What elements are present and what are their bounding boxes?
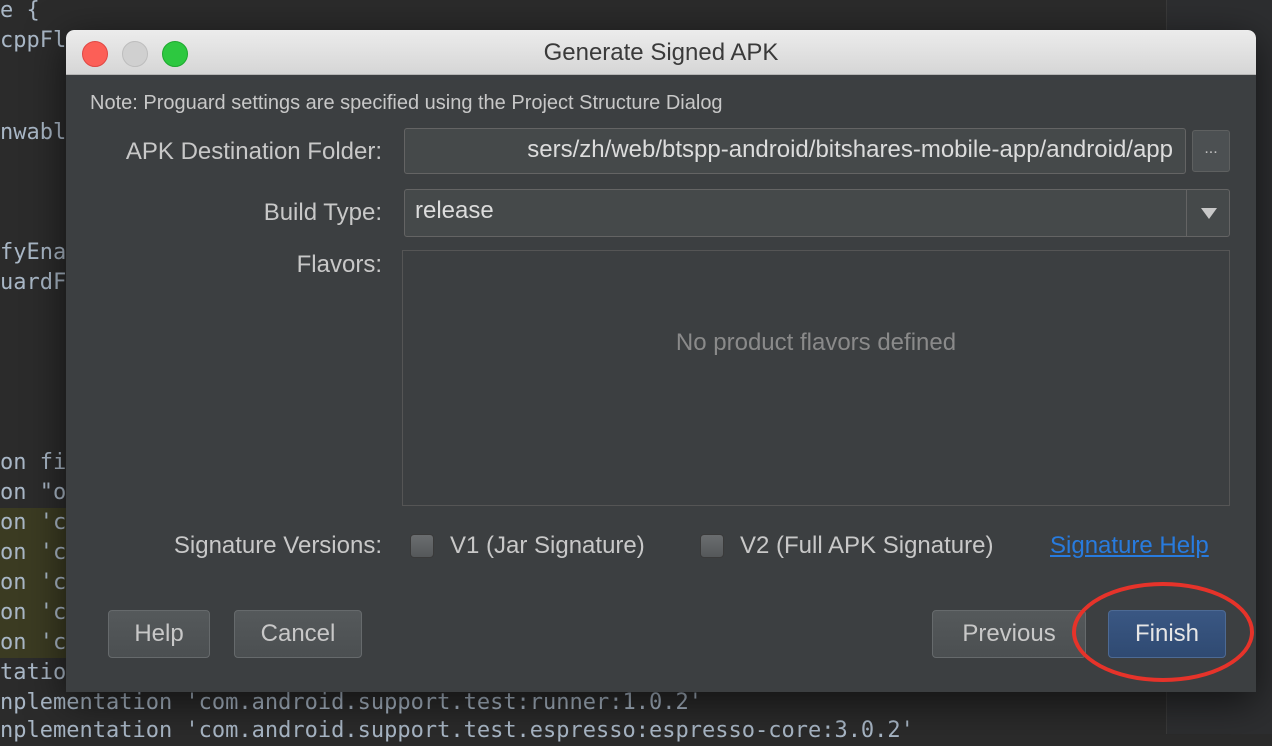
- flavors-label: Flavors:: [296, 251, 382, 278]
- build-type-value: release: [415, 197, 494, 224]
- code-line: nplementation 'com.android.support.test.…: [0, 718, 914, 743]
- dialog-titlebar: Generate Signed APK: [66, 30, 1256, 75]
- dialog-title: Generate Signed APK: [543, 39, 779, 66]
- proguard-note: Note: Proguard settings are specified us…: [90, 92, 723, 114]
- apk-destination-label: APK Destination Folder:: [125, 138, 382, 165]
- cancel-button[interactable]: Cancel: [234, 610, 362, 658]
- help-button[interactable]: Help: [108, 610, 210, 658]
- apk-destination-value: sers/zh/web/btspp-android/bitshares-mobi…: [527, 136, 1173, 163]
- v1-signature-label[interactable]: V1 (Jar Signature): [450, 532, 645, 560]
- previous-button[interactable]: Previous: [932, 610, 1086, 658]
- build-type-label: Build Type:: [263, 199, 382, 226]
- signature-help-link[interactable]: Signature Help: [1050, 532, 1209, 560]
- code-line: on "o: [0, 480, 67, 505]
- v1-signature-checkbox[interactable]: [410, 534, 434, 558]
- build-type-select[interactable]: release: [404, 189, 1230, 237]
- flavors-list[interactable]: No product flavors defined: [402, 250, 1230, 506]
- browse-folder-button[interactable]: ...: [1192, 130, 1230, 172]
- signature-versions-label: Signature Versions:: [173, 532, 382, 559]
- select-divider: [1186, 190, 1187, 236]
- red-annotation-circle: [1072, 582, 1254, 682]
- chevron-down-icon: [1201, 208, 1217, 219]
- flavors-empty-text: No product flavors defined: [675, 329, 957, 356]
- code-line: nplementation 'com.android.support.test:…: [0, 690, 702, 715]
- code-line: on fi: [0, 450, 67, 475]
- apk-destination-input[interactable]: sers/zh/web/btspp-android/bitshares-mobi…: [404, 128, 1186, 174]
- generate-signed-apk-dialog: Generate Signed APK Note: Proguard setti…: [66, 30, 1256, 692]
- v2-signature-label[interactable]: V2 (Full APK Signature): [740, 532, 993, 560]
- code-line: e {: [0, 0, 40, 23]
- v2-signature-checkbox[interactable]: [700, 534, 724, 558]
